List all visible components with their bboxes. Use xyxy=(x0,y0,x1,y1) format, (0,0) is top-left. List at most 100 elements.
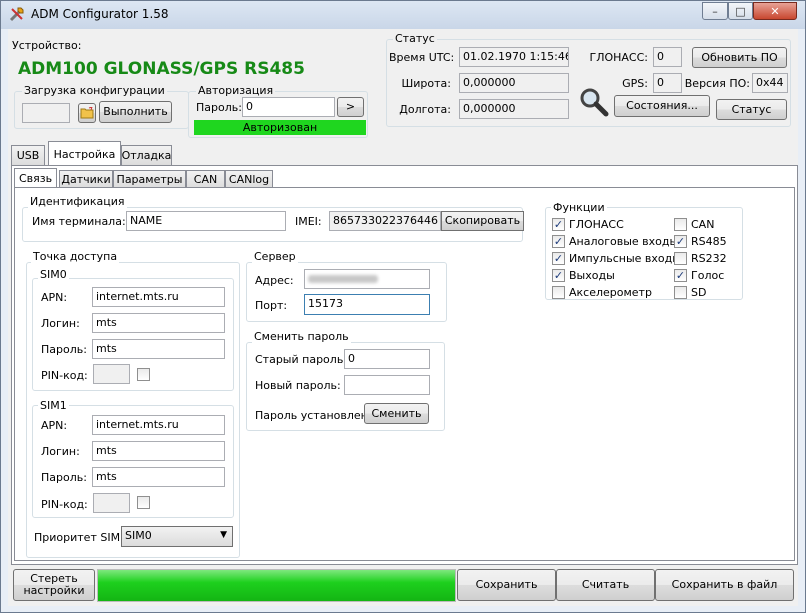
device-label: Устройство: xyxy=(12,39,82,52)
change-password-button[interactable]: Сменить xyxy=(364,403,429,424)
server-port-label: Порт: xyxy=(255,299,288,312)
lon-value: 0,000000 xyxy=(459,99,569,119)
maximize-button[interactable]: □ xyxy=(728,2,753,20)
subtab-can[interactable]: CAN xyxy=(186,170,225,188)
close-icon: ✕ xyxy=(770,4,780,18)
sim-priority-select[interactable]: SIM0 ▼ xyxy=(121,526,233,547)
password-set-label: Пароль установлен xyxy=(255,409,368,422)
server-address-label: Адрес: xyxy=(255,274,294,287)
ident-title: Идентификация xyxy=(28,195,127,208)
subtab-params[interactable]: Параметры xyxy=(113,170,186,188)
gps-value: 0 xyxy=(653,73,682,93)
function-checkbox-right-3[interactable]: ✓ xyxy=(674,269,687,282)
terminal-name-label: Имя терминала: xyxy=(32,215,126,228)
sim0-password-input[interactable]: mts xyxy=(92,339,225,359)
window-title: ADM Configurator 1.58 xyxy=(31,7,169,21)
sim-priority-value: SIM0 xyxy=(125,529,152,542)
version-label: Версия ПО: xyxy=(684,77,750,90)
device-name: ADM100 GLONASS/GPS RS485 xyxy=(18,59,305,79)
open-file-button[interactable] xyxy=(78,103,96,123)
read-button[interactable]: Считать xyxy=(556,569,655,601)
title-bar[interactable]: ADM Configurator 1.58 – □ ✕ xyxy=(1,1,805,29)
sim1-apn-label: APN: xyxy=(41,419,68,432)
subtab-link[interactable]: Связь xyxy=(14,168,57,188)
function-checkbox-right-4[interactable] xyxy=(674,286,687,299)
utc-value: 01.02.1970 1:15:46 xyxy=(459,47,569,67)
lat-value: 0,000000 xyxy=(459,73,569,93)
auth-title: Авторизация xyxy=(196,84,276,97)
function-checkbox-right-2[interactable] xyxy=(674,252,687,265)
tab-usb[interactable]: USB xyxy=(11,145,45,165)
function-label-right-2: RS232 xyxy=(691,252,727,265)
config-file-field[interactable] xyxy=(22,103,70,123)
subtab-sensors[interactable]: Датчики xyxy=(59,170,113,188)
sim1-pin-checkbox[interactable] xyxy=(137,496,150,509)
sim0-pin-input[interactable] xyxy=(93,364,130,384)
imei-value: 865733022376446 xyxy=(329,211,441,231)
status-button[interactable]: Статус xyxy=(716,99,787,120)
sim0-title: SIM0 xyxy=(38,268,69,281)
auth-password-input[interactable]: 0 xyxy=(242,97,335,117)
function-checkbox-left-3[interactable]: ✓ xyxy=(552,269,565,282)
old-password-label: Старый пароль: xyxy=(255,353,348,366)
sim0-pin-checkbox[interactable] xyxy=(137,368,150,381)
glonass-value: 0 xyxy=(653,47,682,67)
function-label-right-3: Голос xyxy=(691,269,725,282)
function-checkbox-left-1[interactable]: ✓ xyxy=(552,235,565,248)
access-point-title: Точка доступа xyxy=(31,250,120,263)
progress-fill xyxy=(98,570,455,601)
sim0-login-label: Логин: xyxy=(41,317,80,330)
tab-settings[interactable]: Настройка xyxy=(48,141,121,166)
auth-password-label: Пароль: xyxy=(196,101,242,114)
function-checkbox-right-1[interactable]: ✓ xyxy=(674,235,687,248)
minimize-button[interactable]: – xyxy=(702,2,728,20)
sim1-login-input[interactable]: mts xyxy=(92,441,225,461)
auth-go-button[interactable]: > xyxy=(337,97,364,117)
function-label-left-0: ГЛОНАСС xyxy=(569,218,624,231)
client-area: Устройство: ADM100 GLONASS/GPS RS485 Заг… xyxy=(8,29,798,606)
save-button[interactable]: Сохранить xyxy=(457,569,556,601)
run-button[interactable]: Выполнить xyxy=(99,101,172,123)
magnifier-icon[interactable] xyxy=(578,87,610,117)
config-load-title: Загрузка конфигурации xyxy=(22,84,167,97)
subtab-canlog[interactable]: CANlog xyxy=(225,170,273,188)
close-button[interactable]: ✕ xyxy=(753,2,797,20)
function-checkbox-left-2[interactable]: ✓ xyxy=(552,252,565,265)
function-checkbox-left-0[interactable]: ✓ xyxy=(552,218,565,231)
server-address-input[interactable] xyxy=(304,269,430,289)
save-to-file-button[interactable]: Сохранить в файл xyxy=(655,569,794,601)
server-port-input[interactable]: 15173 xyxy=(304,294,430,315)
reset-settings-button[interactable]: Стереть настройки xyxy=(13,569,95,601)
imei-label: IMEI: xyxy=(295,215,322,228)
function-checkbox-right-0[interactable] xyxy=(674,218,687,231)
function-label-right-1: RS485 xyxy=(691,235,727,248)
tab-debug[interactable]: Отладка xyxy=(121,145,172,165)
change-password-title: Сменить пароль xyxy=(252,330,351,343)
function-label-right-0: CAN xyxy=(691,218,715,231)
sim1-pin-input[interactable] xyxy=(93,493,130,513)
sim1-apn-input[interactable]: internet.mts.ru xyxy=(92,415,225,435)
function-label-left-2: Импульсные входы xyxy=(569,252,681,265)
sim0-login-input[interactable]: mts xyxy=(92,313,225,333)
states-button[interactable]: Состояния... xyxy=(614,95,710,117)
chevron-down-icon: ▼ xyxy=(220,530,227,540)
function-label-right-4: SD xyxy=(691,286,707,299)
sim0-apn-input[interactable]: internet.mts.ru xyxy=(92,287,225,307)
terminal-name-input[interactable]: NAME xyxy=(126,211,286,231)
server-title: Сервер xyxy=(252,250,298,263)
old-password-input[interactable]: 0 xyxy=(344,349,430,369)
lat-label: Широта: xyxy=(401,77,451,90)
folder-icon xyxy=(80,107,94,119)
function-checkbox-left-4[interactable] xyxy=(552,286,565,299)
sim1-password-input[interactable]: mts xyxy=(92,467,225,487)
glonass-label: ГЛОНАСС: xyxy=(589,51,648,64)
sim-priority-label: Приоритет SIM: xyxy=(34,531,124,544)
status-title: Статус xyxy=(393,32,437,45)
copy-imei-button[interactable]: Скопировать xyxy=(441,211,524,231)
sim1-title: SIM1 xyxy=(38,399,69,412)
minimize-icon: – xyxy=(712,4,718,18)
sim1-pin-label: PIN-код: xyxy=(41,498,88,511)
update-firmware-button[interactable]: Обновить ПО xyxy=(692,47,787,68)
maximize-icon: □ xyxy=(735,4,746,18)
new-password-input[interactable] xyxy=(344,375,430,395)
